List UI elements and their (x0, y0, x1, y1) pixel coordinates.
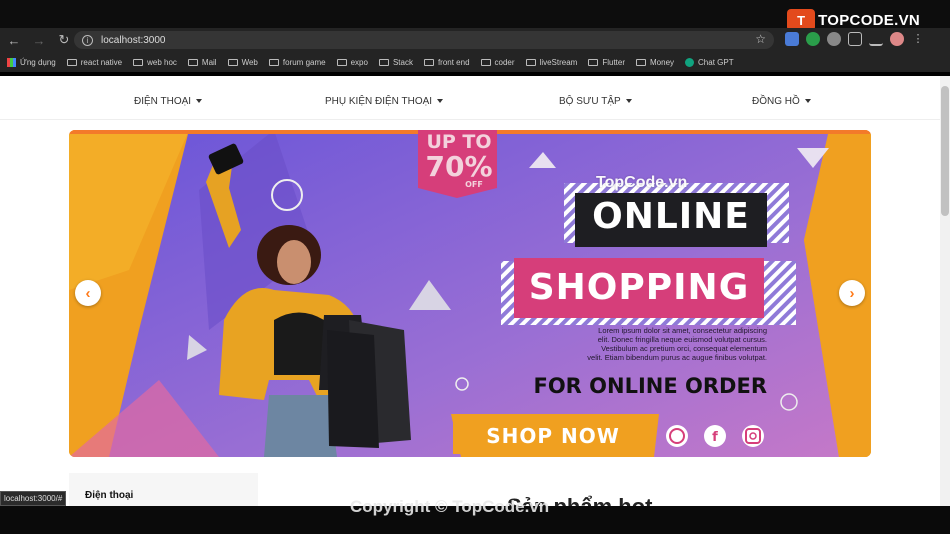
bookmark-item[interactable]: Flutter (588, 58, 625, 67)
bookmark-label: liveStream (539, 57, 578, 67)
folder-icon (66, 58, 77, 66)
nav-item-label: ĐIỆN THOẠI (134, 96, 192, 107)
bookmark-label: coder (494, 57, 515, 67)
bookmark-item[interactable]: coder (480, 57, 515, 67)
discount-tag: UP TO 70% OFF (421, 133, 497, 189)
folder-icon (133, 58, 144, 66)
browser-toolbar: ← → ↻ i localhost:3000 ☆ ⋮ (0, 28, 950, 52)
link-status-tooltip: localhost:3000/# (0, 491, 67, 506)
extension-icons: ⋮ (785, 32, 925, 46)
bookmark-item[interactable]: front end (423, 57, 470, 67)
bookmark-label: Chat GPT (698, 57, 734, 67)
banner-lorem-line: Vestibulum ac pretium orci, consequat el… (601, 344, 767, 353)
banner-lorem-line: Lorem ipsum dolor sit amet, consectetur … (598, 326, 767, 335)
bookmark-label: Web (241, 57, 258, 67)
profile-avatar-icon[interactable] (890, 32, 904, 46)
slider-prev-button[interactable]: ‹ (75, 280, 101, 306)
banner-word-online: ONLINE (592, 196, 750, 237)
sidebar-item-phones[interactable]: Điện thoại (85, 490, 133, 501)
shop-now-cta[interactable]: SHOP NOW (473, 424, 633, 448)
folder-icon (227, 58, 238, 66)
reload-icon[interactable]: ↻ (53, 30, 75, 50)
bookmark-item[interactable]: forum game (268, 57, 326, 67)
banner-lorem-line: velit. Etiam bibendum purus ac augue fin… (587, 353, 767, 362)
bookmark-item[interactable]: Money (636, 58, 674, 67)
caret-down-icon (804, 99, 811, 104)
web-page: ĐIỆN THOẠI PHỤ KIỆN ĐIỆN THOẠI BỘ SƯU TẬ… (0, 76, 940, 506)
bookmark-label: react native (80, 57, 123, 67)
menu-dots-icon[interactable]: ⋮ (911, 32, 925, 46)
address-url: localhost:3000 (101, 34, 166, 46)
nav-item-label: BỘ SƯU TẬP (559, 96, 621, 107)
bookmark-label: front end (437, 57, 470, 67)
folder-icon (480, 58, 491, 66)
topcode-logo-text: TOPCODE.VN (818, 11, 920, 29)
nav-item-collections[interactable]: BỘ SƯU TẬP (559, 96, 632, 107)
caret-down-icon (625, 99, 632, 104)
folder-icon (636, 58, 647, 66)
nav-item-watches[interactable]: ĐỒNG HỒ (752, 96, 811, 107)
download-icon[interactable] (869, 32, 883, 46)
scrollbar-thumb[interactable] (941, 86, 949, 216)
slider-next-button[interactable]: › (839, 280, 865, 306)
bookmarks-bar: Ứng dụng react native web hoc Mail Web forum … (0, 52, 950, 72)
bookmark-label: Stack (392, 57, 413, 67)
folder-icon (187, 58, 198, 66)
banner-lorem: Lorem ipsum dolor sit amet, consectetur … (539, 326, 767, 362)
bookmark-item[interactable]: react native (66, 57, 123, 67)
bookmark-item[interactable]: liveStream (525, 57, 578, 67)
banner-lorem-line: elit. Donec fringilla neque euismod volu… (597, 335, 767, 344)
screen: T TOPCODE.VN ← → ↻ i localhost:3000 ☆ ⋮ … (0, 0, 950, 534)
bookmark-item[interactable]: Mail (187, 57, 217, 67)
caret-down-icon (437, 99, 444, 104)
banner-word-shopping: SHOPPING (528, 267, 750, 308)
bookmark-item[interactable]: web hoc (133, 58, 177, 67)
discount-percent: 70% (425, 150, 493, 183)
chatgpt-icon (685, 57, 695, 67)
bookmark-item[interactable]: Ứng dụng (7, 57, 56, 67)
category-nav: ĐIỆN THOẠI PHỤ KIỆN ĐIỆN THOẠI BỘ SƯU TẬ… (0, 84, 940, 120)
bookmark-item[interactable]: Chat GPT (685, 57, 734, 67)
browser-tabstrip: T TOPCODE.VN (0, 0, 950, 31)
address-bar[interactable]: i localhost:3000 ☆ (74, 31, 774, 49)
bookmark-item[interactable]: Stack (378, 57, 413, 67)
site-info-icon[interactable]: i (82, 34, 93, 46)
bookmark-label: forum game (282, 57, 326, 67)
bookmark-label: Mail (201, 57, 217, 67)
nav-item-accessories[interactable]: PHỤ KIỆN ĐIỆN THOẠI (325, 96, 444, 107)
grey-extension-icon[interactable] (827, 32, 841, 46)
folder-icon (378, 58, 389, 66)
caret-down-icon (196, 99, 203, 104)
bookmark-item[interactable]: Web (227, 57, 258, 67)
bookmark-label: Money (650, 57, 675, 67)
folder-icon (588, 58, 599, 66)
category-sidebar: Điện thoại (69, 473, 258, 506)
folder-icon (423, 58, 434, 66)
green-extension-icon[interactable] (806, 32, 820, 46)
nav-item-label: ĐỒNG HỒ (752, 96, 800, 107)
folder-icon (525, 58, 536, 66)
forward-icon[interactable]: → (28, 30, 50, 50)
back-icon[interactable]: ← (3, 30, 25, 50)
bookmark-label: Flutter (602, 57, 626, 67)
banner-tagline: FOR ONLINE ORDER (533, 374, 767, 398)
bookmark-label: web hoc (147, 57, 177, 67)
apps-icon (7, 57, 16, 67)
folder-icon (336, 58, 347, 66)
folder-icon (268, 58, 279, 66)
svg-text:f: f (712, 430, 718, 445)
banner-watermark: TopCode.vn (596, 174, 688, 191)
hero-banner[interactable]: f UP TO 70% OFF ONLINE SHOPPING Lorem ip… (69, 130, 871, 457)
bookmark-item[interactable]: expo (336, 57, 368, 67)
nav-item-phones[interactable]: ĐIỆN THOẠI (134, 96, 203, 107)
bookmark-label: expo (350, 57, 368, 67)
copyright-watermark: Copyright © TopCode.vn (350, 497, 550, 516)
nav-item-label: PHỤ KIỆN ĐIỆN THOẠI (325, 96, 433, 107)
translate-extension-icon[interactable] (785, 32, 799, 46)
puzzle-extension-icon[interactable] (848, 32, 862, 46)
page-scrollbar[interactable] (940, 76, 950, 506)
bookmark-label: Ứng dụng (20, 57, 56, 67)
bookmark-star-icon[interactable]: ☆ (755, 32, 766, 46)
